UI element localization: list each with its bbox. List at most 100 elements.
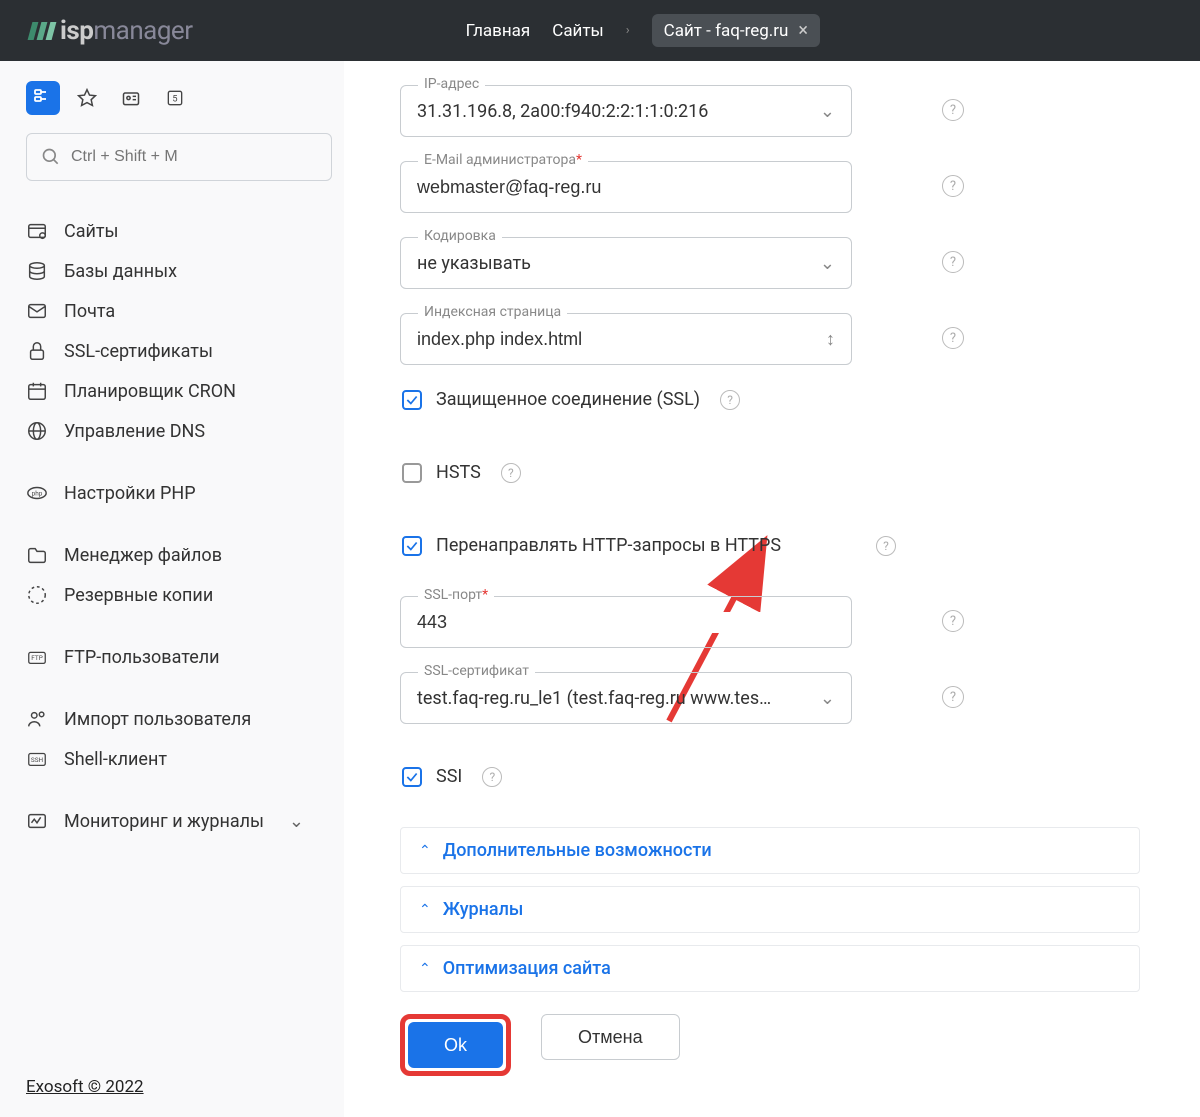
breadcrumb-sites[interactable]: Сайты [552, 21, 604, 41]
help-icon[interactable]: ? [942, 251, 964, 273]
help-icon[interactable]: ? [501, 463, 521, 483]
chevron-down-icon: ⌄ [820, 101, 835, 122]
sslcert-label: SSL-сертификат [418, 663, 535, 679]
logo-stripes-icon [30, 22, 54, 40]
search-icon [41, 147, 61, 167]
sslcert-select[interactable]: test.faq-reg.ru_le1 (test.faq-reg.ru www… [400, 672, 852, 724]
help-icon[interactable]: ? [720, 390, 740, 410]
logo-bold: isp [60, 16, 93, 46]
svg-text:SSH: SSH [31, 756, 44, 764]
chevron-up-icon: ⌃ [419, 961, 431, 977]
svg-text:php: php [32, 489, 43, 497]
sidebar: 5 Сайты Базы данных Почта SSL-сертификат… [0, 61, 344, 1117]
sidebar-item-label: Shell-клиент [64, 749, 167, 770]
hsts-checkbox-row: HSTS ? [400, 462, 920, 483]
five-box-icon[interactable]: 5 [158, 81, 192, 115]
encoding-field: Кодировка не указывать ⌄ ? [400, 237, 920, 289]
encoding-select[interactable]: не указывать ⌄ [400, 237, 852, 289]
ip-label: IP-адрес [418, 76, 485, 92]
accordion-advanced[interactable]: ⌃ Дополнительные возможности [400, 827, 1140, 874]
sidebar-item-label: Резервные копии [64, 585, 213, 606]
id-card-icon[interactable] [114, 81, 148, 115]
hsts-check-label: HSTS [436, 462, 481, 483]
svg-text:5: 5 [172, 94, 177, 104]
sidebar-item-label: Менеджер файлов [64, 545, 222, 566]
sidebar-item-databases[interactable]: Базы данных [26, 251, 344, 291]
main-content: IP-адрес 31.31.196.8, 2a00:f940:2:2:1:1:… [344, 61, 1200, 1117]
sidebar-item-dns[interactable]: Управление DNS [26, 411, 344, 451]
breadcrumb-current-tab[interactable]: Сайт - faq-reg.ru × [652, 14, 820, 47]
sidebar-item-files[interactable]: Менеджер файлов [26, 535, 344, 575]
ssi-check-label: SSI [436, 766, 462, 787]
tree-view-icon[interactable] [26, 81, 60, 115]
index-input[interactable] [417, 329, 826, 350]
sidebar-item-label: Импорт пользователя [64, 709, 251, 730]
cancel-button[interactable]: Отмена [541, 1014, 680, 1060]
ssi-checkbox[interactable] [402, 767, 422, 787]
help-icon[interactable]: ? [942, 175, 964, 197]
ssl-check-label: Защищенное соединение (SSL) [436, 389, 700, 410]
email-input[interactable] [417, 177, 835, 198]
ssi-checkbox-row: SSI ? [400, 766, 920, 787]
chevron-down-icon: ⌄ [820, 688, 835, 709]
help-icon[interactable]: ? [482, 767, 502, 787]
sidebar-item-mail[interactable]: Почта [26, 291, 344, 331]
sslport-input[interactable] [417, 612, 835, 633]
help-icon[interactable]: ? [942, 610, 964, 632]
ok-button-highlight: Ok [400, 1014, 511, 1076]
hsts-checkbox[interactable] [402, 463, 422, 483]
logo-light: manager [93, 16, 192, 46]
sslcert-field: SSL-сертификат test.faq-reg.ru_le1 (test… [400, 672, 920, 724]
ip-field: IP-адрес 31.31.196.8, 2a00:f940:2:2:1:1:… [400, 85, 920, 137]
ip-select[interactable]: 31.31.196.8, 2a00:f940:2:2:1:1:0:216 ⌄ [400, 85, 852, 137]
accordion-title: Журналы [443, 899, 524, 920]
email-field: E-Mail администратора* ? [400, 161, 920, 213]
accordion-optimization[interactable]: ⌃ Оптимизация сайта [400, 945, 1140, 992]
close-icon[interactable]: × [798, 20, 808, 41]
star-icon[interactable] [70, 81, 104, 115]
button-row: Ok Отмена [400, 1014, 1140, 1076]
sidebar-item-label: Базы данных [64, 261, 177, 282]
sidebar-item-php[interactable]: phpНастройки PHP [26, 473, 344, 513]
redirect-checkbox[interactable] [402, 536, 422, 556]
encoding-value: не указывать [417, 253, 531, 274]
sidebar-item-label: Планировщик CRON [64, 381, 236, 402]
chevron-up-icon: ⌃ [419, 902, 431, 918]
help-icon[interactable]: ? [876, 536, 896, 556]
breadcrumb: Главная Сайты › Сайт - faq-reg.ru × [466, 14, 820, 47]
help-icon[interactable]: ? [942, 686, 964, 708]
help-icon[interactable]: ? [942, 327, 964, 349]
ok-button[interactable]: Ok [408, 1022, 503, 1068]
sidebar-item-monitoring[interactable]: Мониторинг и журналы⌄ [26, 801, 344, 841]
ssl-checkbox[interactable] [402, 390, 422, 410]
sidebar-item-label: Сайты [64, 221, 119, 242]
sidebar-item-cron[interactable]: Планировщик CRON [26, 371, 344, 411]
sidebar-item-sites[interactable]: Сайты [26, 211, 344, 251]
sidebar-item-import[interactable]: Импорт пользователя [26, 699, 344, 739]
resize-icon[interactable]: ↕ [826, 329, 835, 350]
accordion-logs[interactable]: ⌃ Журналы [400, 886, 1140, 933]
encoding-label: Кодировка [418, 228, 502, 244]
breadcrumb-home[interactable]: Главная [466, 21, 531, 41]
sslcert-value: test.faq-reg.ru_le1 (test.faq-reg.ru www… [417, 688, 771, 709]
help-icon[interactable]: ? [942, 99, 964, 121]
sslport-field: SSL-порт* ? [400, 596, 920, 648]
chevron-right-icon: › [626, 23, 630, 38]
accordion-title: Оптимизация сайта [443, 958, 611, 979]
breadcrumb-current-label: Сайт - faq-reg.ru [664, 21, 789, 41]
sidebar-item-label: Почта [64, 301, 115, 322]
sidebar-search[interactable] [26, 133, 332, 181]
sidebar-item-ftp[interactable]: FTPFTP-пользователи [26, 637, 344, 677]
chevron-down-icon: ⌄ [289, 811, 304, 832]
ip-value: 31.31.196.8, 2a00:f940:2:2:1:1:0:216 [417, 101, 708, 122]
sidebar-item-backup[interactable]: Резервные копии [26, 575, 344, 615]
sidebar-item-shell[interactable]: SSH Shell-клиент [26, 739, 344, 779]
app-header: ispmanager Главная Сайты › Сайт - faq-re… [0, 0, 1200, 61]
footer-copyright[interactable]: Exosoft © 2022 [26, 1077, 344, 1097]
search-input[interactable] [71, 148, 317, 166]
accordion-title: Дополнительные возможности [443, 840, 712, 861]
logo: ispmanager [30, 16, 193, 46]
chevron-down-icon: ⌄ [820, 253, 835, 274]
sidebar-item-ssl[interactable]: SSL-сертификаты [26, 331, 344, 371]
redirect-checkbox-row: Перенаправлять HTTP-запросы в HTTPS ? [400, 535, 920, 556]
